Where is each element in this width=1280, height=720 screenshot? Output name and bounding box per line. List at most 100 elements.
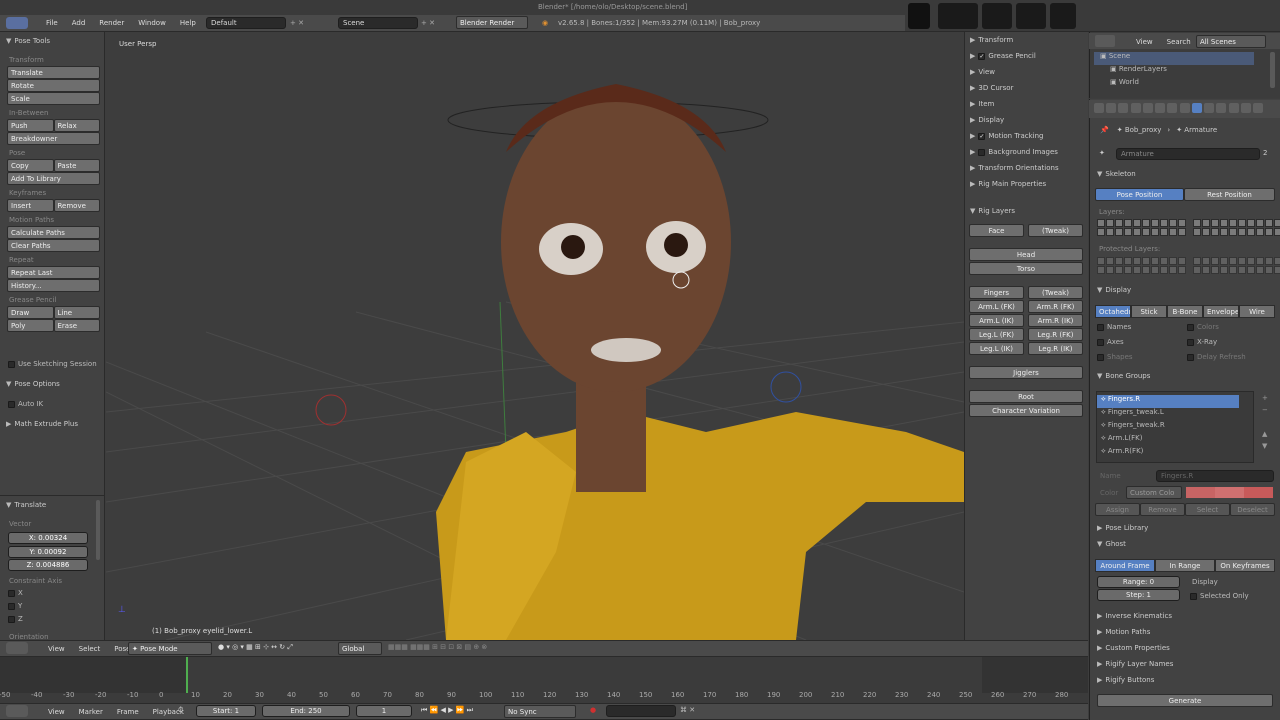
color-swatch[interactable] <box>1244 487 1273 498</box>
datablock-users-count[interactable]: 2 <box>1263 149 1267 157</box>
bone-layer-toggle[interactable] <box>1124 257 1132 265</box>
scene-select[interactable]: Scene <box>338 17 418 29</box>
current-frame-field[interactable]: 1 <box>356 705 412 717</box>
bone-layer-toggle[interactable] <box>1133 219 1141 227</box>
preview-range-icon[interactable]: ⏱ <box>178 706 183 715</box>
menu-render[interactable]: Render <box>99 19 124 27</box>
tool-line-button[interactable]: Line <box>53 306 100 319</box>
add-layout-icon[interactable]: + ✕ <box>290 19 304 27</box>
bone-group-item[interactable]: ⟡ Arm.R(FK) <box>1097 447 1239 460</box>
bone-layer-toggle[interactable] <box>1160 257 1168 265</box>
bone-layer-toggle[interactable] <box>1178 257 1186 265</box>
rig-layer-leg-l-fk--button[interactable]: Leg.L (FK) <box>969 328 1024 341</box>
rig-layer-leg-l-ik--button[interactable]: Leg.L (IK) <box>969 342 1024 355</box>
menu-search[interactable]: Search <box>1167 38 1191 46</box>
option-checkbox[interactable] <box>1187 353 1194 361</box>
mode-select[interactable]: ✦ Pose Mode <box>128 642 212 655</box>
panel-enable-checkbox[interactable]: ✓ <box>978 132 986 140</box>
rig-layers-header[interactable]: ▼ Rig Layers <box>970 207 1015 215</box>
pose-position-button[interactable]: Pose Position <box>1095 188 1184 201</box>
rig-layer-arm-r-fk--button[interactable]: Arm.R (FK) <box>1028 300 1083 313</box>
tool-add-to-library-button[interactable]: Add To Library <box>7 172 100 185</box>
axis-checkbox[interactable] <box>8 615 15 623</box>
editor-type-button[interactable] <box>6 17 28 29</box>
bone-layer-toggle[interactable] <box>1097 266 1105 274</box>
display-stick-tab[interactable]: Stick <box>1131 305 1167 318</box>
bone-layer-toggle[interactable] <box>1151 228 1159 236</box>
bone-layer-toggle[interactable] <box>1256 228 1264 236</box>
bone-layer-toggle[interactable] <box>1142 228 1150 236</box>
bone-layer-toggle[interactable] <box>1220 219 1228 227</box>
viewport-3d[interactable] <box>106 32 964 640</box>
bone-group-assign-button[interactable]: Assign <box>1095 503 1140 516</box>
bone-layer-toggle[interactable] <box>1160 266 1168 274</box>
menu-view[interactable]: View <box>1136 38 1153 46</box>
start-frame-field[interactable]: Start: 1 <box>196 705 256 717</box>
panel-view[interactable]: ▶ View <box>970 68 1084 84</box>
tool-repeat-last-button[interactable]: Repeat Last <box>7 266 100 279</box>
sketch-session-option[interactable]: Use Sketching Session <box>8 360 97 368</box>
option-checkbox[interactable] <box>1187 323 1194 331</box>
bone-layer-toggle[interactable] <box>1124 266 1132 274</box>
rig-layer-jigglers-button[interactable]: Jigglers <box>969 366 1083 379</box>
properties-context-tabs[interactable] <box>1094 103 1264 113</box>
panel-rig-main-properties[interactable]: ▶ Rig Main Properties <box>970 180 1084 196</box>
bone-layer-toggle[interactable] <box>1202 228 1210 236</box>
ghost-around-frame-tab[interactable]: Around Frame <box>1095 559 1155 572</box>
bone-group-item[interactable]: ⟡ Fingers_tweak.R <box>1097 421 1239 434</box>
rig-layer-fingers-button[interactable]: Fingers <box>969 286 1024 299</box>
bone-layer-toggle[interactable] <box>1238 266 1246 274</box>
math-extrude-header[interactable]: ▶ Math Extrude Plus <box>6 420 78 428</box>
bone-layer-toggle[interactable] <box>1193 219 1201 227</box>
bone-layer-toggle[interactable] <box>1151 266 1159 274</box>
bone-layers-grid[interactable] <box>1097 219 1280 237</box>
skeleton-header[interactable]: ▼ Skeleton <box>1097 170 1136 178</box>
display-wire-tab[interactable]: Wire <box>1239 305 1275 318</box>
menu-help[interactable]: Help <box>180 19 196 27</box>
bone-layer-toggle[interactable] <box>1274 219 1280 227</box>
bone-layer-toggle[interactable] <box>1229 219 1237 227</box>
tool-relax-button[interactable]: Relax <box>53 119 100 132</box>
panel-enable-checkbox[interactable] <box>978 148 986 156</box>
ghost-range-field[interactable]: Range: 0 <box>1097 576 1180 588</box>
display-b-bone-tab[interactable]: B-Bone <box>1167 305 1203 318</box>
bone-layer-toggle[interactable] <box>1160 228 1168 236</box>
menu-file[interactable]: File <box>46 19 58 27</box>
bone-layer-toggle[interactable] <box>1220 257 1228 265</box>
bone-layer-toggle[interactable] <box>1247 228 1255 236</box>
panel-enable-checkbox[interactable]: ✓ <box>978 52 986 60</box>
display-header[interactable]: ▼ Display <box>1097 286 1131 294</box>
color-swatch[interactable] <box>1215 487 1244 498</box>
bone-layer-toggle[interactable] <box>1193 266 1201 274</box>
display-axes-option[interactable]: Axes <box>1097 338 1187 353</box>
bone-layer-toggle[interactable] <box>1229 228 1237 236</box>
bone-layer-toggle[interactable] <box>1142 219 1150 227</box>
ghost-header[interactable]: ▼ Ghost <box>1097 540 1126 548</box>
tool-calculate-paths-button[interactable]: Calculate Paths <box>7 226 100 239</box>
end-frame-field[interactable]: End: 250 <box>262 705 350 717</box>
panel-custom-properties[interactable]: ▶ Custom Properties <box>1097 644 1277 660</box>
axis-z-option[interactable]: Z <box>8 615 23 628</box>
outliner-filter-select[interactable]: All Scenes <box>1196 35 1266 48</box>
pose-library-header[interactable]: ▶ Pose Library <box>1097 524 1148 532</box>
add-scene-icon[interactable]: + ✕ <box>421 19 435 27</box>
option-checkbox[interactable] <box>1187 338 1194 346</box>
bone-layer-toggle[interactable] <box>1274 228 1280 236</box>
ghost-step-field[interactable]: Step: 1 <box>1097 589 1180 601</box>
tool-shelf-scrollbar[interactable] <box>96 500 100 560</box>
bone-layer-toggle[interactable] <box>1256 266 1264 274</box>
outliner-item-renderlayers[interactable]: ▣ RenderLayers <box>1094 65 1254 78</box>
rig-layer-arm-l-ik--button[interactable]: Arm.L (IK) <box>969 314 1024 327</box>
outliner-scrollbar[interactable] <box>1270 52 1275 88</box>
bone-layer-toggle[interactable] <box>1256 257 1264 265</box>
tool-history--button[interactable]: History... <box>7 279 100 292</box>
pose-tools-header[interactable]: ▼ Pose Tools <box>6 37 50 45</box>
bone-layer-toggle[interactable] <box>1124 228 1132 236</box>
tool-push-button[interactable]: Push <box>7 119 54 132</box>
orientation-select[interactable]: Global <box>338 642 382 655</box>
bone-layer-toggle[interactable] <box>1178 228 1186 236</box>
tool-scale-button[interactable]: Scale <box>7 92 100 105</box>
group-name-field[interactable]: Fingers.R <box>1156 470 1274 482</box>
bone-layer-toggle[interactable] <box>1265 228 1273 236</box>
bone-layer-toggle[interactable] <box>1097 219 1105 227</box>
